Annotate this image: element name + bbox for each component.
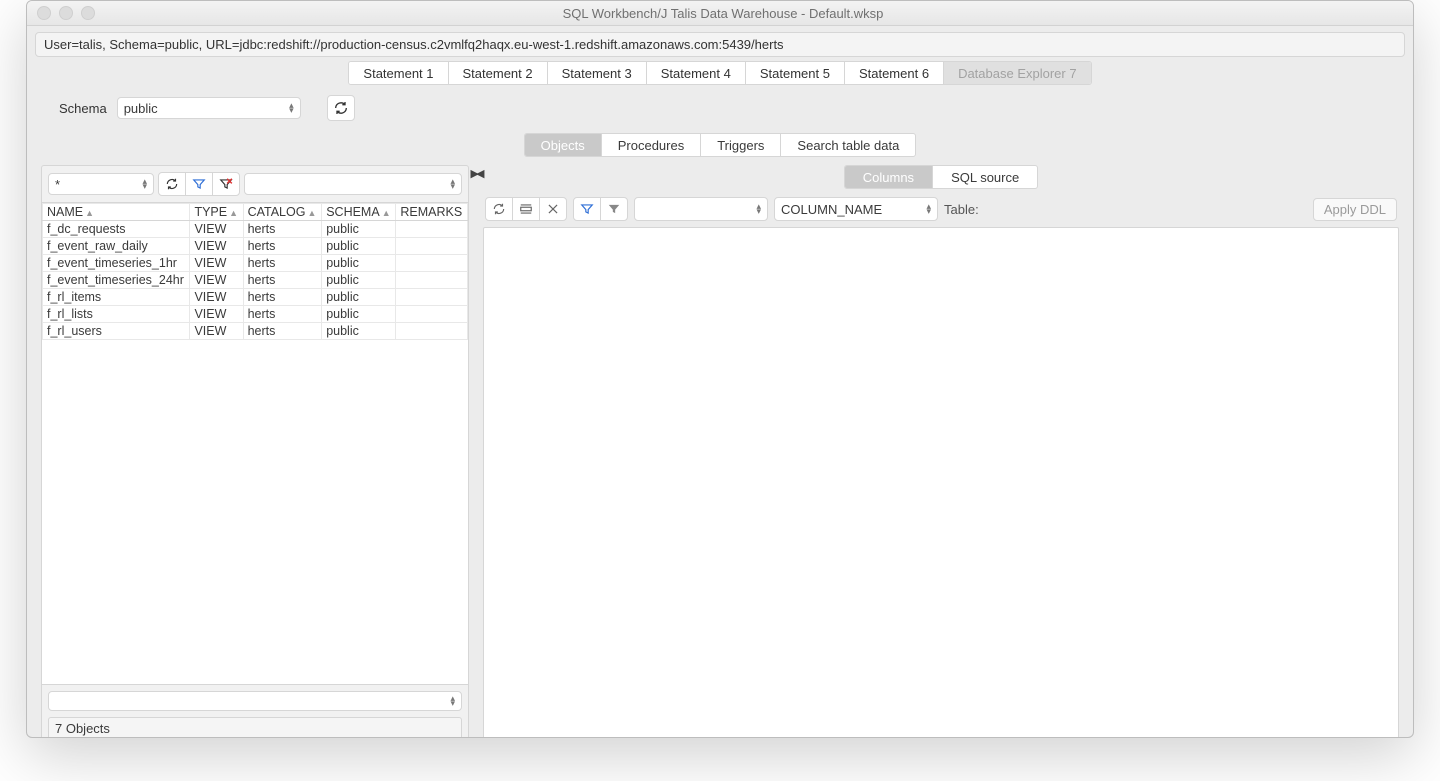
apply-ddl-button[interactable]: Apply DDL [1313,198,1397,221]
object-search-combo[interactable]: ▴▾ [244,173,462,195]
subtab-procedures[interactable]: Procedures [602,134,701,156]
chevron-updown-icon: ▴▾ [450,696,455,706]
column-header-remarks[interactable]: REMARKS [396,204,468,221]
filter-icon [580,202,594,216]
main-tabs: Statement 1Statement 2Statement 3Stateme… [348,61,1091,85]
tab-statement-6[interactable]: Statement 6 [845,62,944,84]
tab-statement-4[interactable]: Statement 4 [647,62,746,84]
schema-value: public [124,101,158,116]
close-window-icon[interactable] [37,6,51,20]
object-type-filter[interactable]: * ▴▾ [48,173,154,195]
filter-objects-button[interactable] [186,173,213,195]
chevron-updown-icon: ▴▾ [926,204,931,214]
table-row[interactable]: f_rl_usersVIEWhertspublic [43,323,468,340]
chevron-updown-icon: ▴▾ [450,179,455,189]
objects-bottom-combo[interactable]: ▴▾ [48,691,462,711]
refresh-icon [333,100,349,116]
window-controls [37,6,95,20]
objects-panel: * ▴▾ [41,165,469,738]
objects-table-wrap: NAME▲TYPE▲CATALOG▲SCHEMA▲REMARKS f_dc_re… [42,202,468,685]
sort-field-value: COLUMN_NAME [781,202,882,217]
column-header-type[interactable]: TYPE▲ [190,204,243,221]
chevron-updown-icon: ▴▾ [289,103,294,113]
chevron-updown-icon: ▴▾ [756,204,761,214]
object-filter-value: * [55,177,60,192]
tab-statement-2[interactable]: Statement 2 [449,62,548,84]
objects-table[interactable]: NAME▲TYPE▲CATALOG▲SCHEMA▲REMARKS f_dc_re… [42,203,468,340]
refresh-schema-button[interactable] [327,95,355,121]
tab-statement-3[interactable]: Statement 3 [548,62,647,84]
vertical-splitter[interactable]: ▶◀ [469,165,483,738]
table-row[interactable]: f_event_raw_dailyVIEWhertspublic [43,238,468,255]
zoom-window-icon[interactable] [81,6,95,20]
details-filter-combo[interactable]: ▴▾ [634,197,768,221]
window-title: SQL Workbench/J Talis Data Warehouse - D… [103,6,1343,21]
filter-icon [192,177,206,191]
table-label: Table: [944,202,979,217]
filter-active-button[interactable] [601,198,627,220]
table-row[interactable]: f_event_timeseries_24hrVIEWhertspublic [43,272,468,289]
chevron-updown-icon: ▴▾ [142,179,147,189]
insert-row-button[interactable] [513,198,540,220]
table-row[interactable]: f_rl_listsVIEWhertspublic [43,306,468,323]
table-row[interactable]: f_dc_requestsVIEWhertspublic [43,221,468,238]
details-tab-columns[interactable]: Columns [845,166,933,188]
subtab-objects[interactable]: Objects [525,134,602,156]
subtab-triggers[interactable]: Triggers [701,134,781,156]
column-header-name[interactable]: NAME▲ [43,204,190,221]
titlebar: SQL Workbench/J Talis Data Warehouse - D… [27,1,1413,26]
objects-toolbar: * ▴▾ [42,166,468,202]
subtab-search-table-data[interactable]: Search table data [781,134,915,156]
filter-solid-icon [607,202,621,216]
tab-statement-5[interactable]: Statement 5 [746,62,845,84]
connection-info: User=talis, Schema=public, URL=jdbc:reds… [35,32,1405,57]
schema-select[interactable]: public ▴▾ [117,97,301,119]
tab-database-explorer-7[interactable]: Database Explorer 7 [944,62,1091,84]
filter-clear-icon [219,177,233,191]
column-header-schema[interactable]: SCHEMA▲ [322,204,396,221]
details-tabs: ColumnsSQL source [844,165,1038,189]
app-window: SQL Workbench/J Talis Data Warehouse - D… [26,0,1414,738]
explorer-subtabs: ObjectsProceduresTriggersSearch table da… [524,133,917,157]
refresh-icon [165,177,179,191]
sort-field-select[interactable]: COLUMN_NAME ▴▾ [774,197,938,221]
insert-row-icon [519,202,533,216]
refresh-columns-button[interactable] [486,198,513,220]
refresh-objects-button[interactable] [159,173,186,195]
table-row[interactable]: f_rl_itemsVIEWhertspublic [43,289,468,306]
details-tab-sql-source[interactable]: SQL source [933,166,1037,188]
refresh-icon [492,202,506,216]
splitter-handle-icon: ▶◀ [471,167,482,180]
columns-grid[interactable] [483,227,1399,738]
details-panel: ColumnsSQL source [483,165,1399,738]
schema-label: Schema [59,101,107,116]
objects-tool-group [158,172,240,196]
objects-status: 7 Objects [48,717,462,738]
delete-row-button[interactable] [540,198,566,220]
minimize-window-icon[interactable] [59,6,73,20]
clear-filter-button[interactable] [213,173,239,195]
schema-row: Schema public ▴▾ [27,85,1413,125]
details-toolbar: ▴▾ COLUMN_NAME ▴▾ Table: Apply DDL [483,189,1399,227]
column-header-catalog[interactable]: CATALOG▲ [243,204,322,221]
table-row[interactable]: f_event_timeseries_1hrVIEWhertspublic [43,255,468,272]
tab-statement-1[interactable]: Statement 1 [349,62,448,84]
close-icon [546,202,560,216]
filter-columns-button[interactable] [574,198,601,220]
